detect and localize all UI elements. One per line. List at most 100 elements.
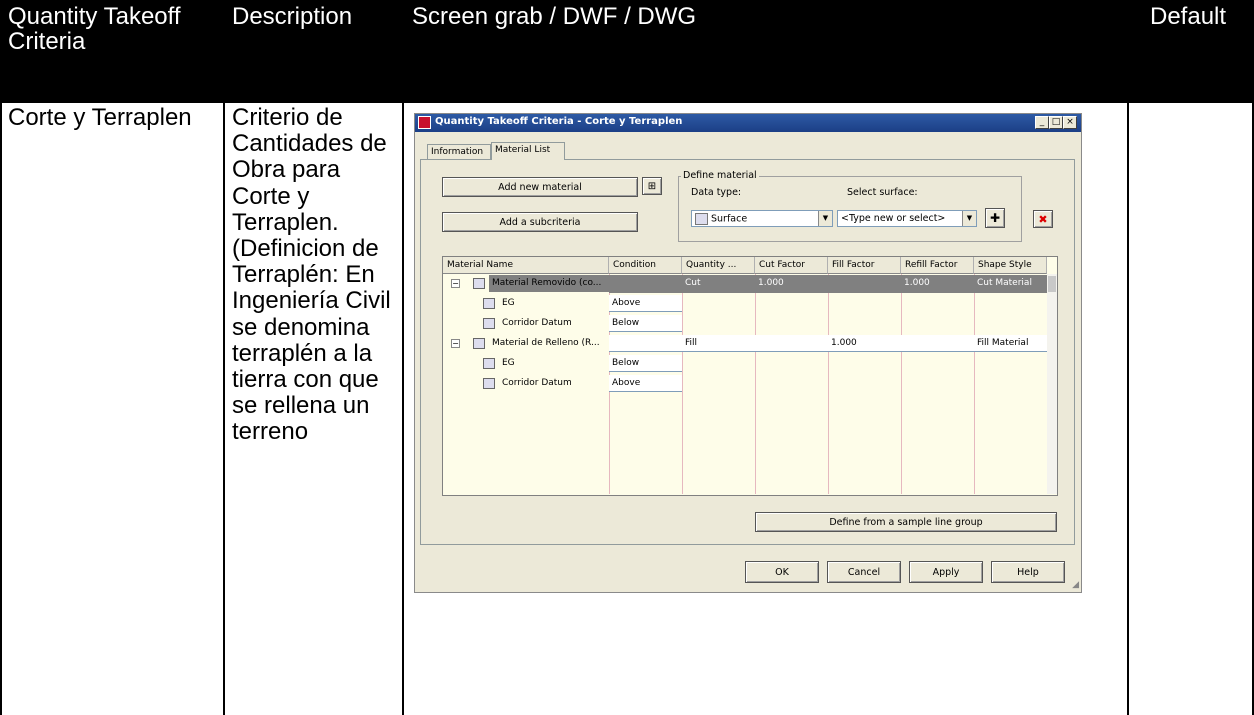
cell-fill[interactable]: 1.000 <box>828 335 901 352</box>
cell-cut[interactable] <box>755 295 828 312</box>
cell-refill[interactable] <box>901 335 974 352</box>
help-button[interactable]: Help <box>991 561 1065 583</box>
col-cut-factor[interactable]: Cut Factor <box>755 257 828 274</box>
tree-expander-icon[interactable]: − <box>451 279 460 288</box>
data-type-select[interactable]: Surface ▼ <box>691 210 833 227</box>
tree-expander-icon[interactable]: − <box>451 339 460 348</box>
cell-style[interactable] <box>974 295 1047 312</box>
table-row[interactable]: EG Below <box>443 355 1047 375</box>
cell-style[interactable] <box>974 375 1047 392</box>
cell-name[interactable]: EG <box>499 355 609 372</box>
add-new-material-button[interactable]: Add new material <box>442 177 638 197</box>
resize-grip-icon[interactable]: ◢ <box>1072 580 1079 590</box>
delete-icon[interactable]: ✖ <box>1033 210 1053 228</box>
cell-condition[interactable]: Below <box>609 355 682 372</box>
cell-refill[interactable] <box>901 375 974 392</box>
col-quantity[interactable]: Quantity ... <box>682 257 755 274</box>
cell-quantity[interactable]: Cut <box>682 275 755 292</box>
add-subcriteria-button[interactable]: Add a subcriteria <box>442 212 638 232</box>
define-material-group <box>678 176 1022 242</box>
col-condition[interactable]: Condition <box>609 257 682 274</box>
pick-from-drawing-icon[interactable]: ⊞ <box>642 177 662 195</box>
tab-information[interactable]: Information <box>427 144 491 160</box>
cell-condition[interactable]: Above <box>609 375 682 392</box>
surface-icon <box>695 213 708 225</box>
dialog-title: Quantity Takeoff Criteria - Corte y Terr… <box>435 116 683 127</box>
table-row[interactable]: EG Above <box>443 295 1047 315</box>
apply-button[interactable]: Apply <box>909 561 983 583</box>
table-row[interactable]: Corridor Datum Above <box>443 375 1047 395</box>
material-icon <box>473 338 485 349</box>
table-row[interactable]: − Material Removido (co... Cut 1.000 1.000 Cu… <box>443 275 1047 295</box>
cell-style[interactable] <box>974 315 1047 332</box>
cell-name[interactable]: Material de Relleno (R... <box>489 335 609 352</box>
column-divider <box>1127 103 1129 715</box>
surface-icon <box>483 378 495 389</box>
surface-icon <box>483 318 495 329</box>
select-surface-label: Select surface: <box>847 187 918 198</box>
cell-quantity[interactable] <box>682 315 755 332</box>
cell-quantity[interactable] <box>682 295 755 312</box>
cell-refill[interactable] <box>901 315 974 332</box>
cell-name[interactable]: Corridor Datum <box>499 315 609 332</box>
minimize-button[interactable]: _ <box>1035 116 1049 129</box>
define-material-label: Define material <box>681 170 759 181</box>
chevron-down-icon[interactable]: ▼ <box>818 211 832 226</box>
surface-icon <box>483 358 495 369</box>
cell-fill[interactable] <box>828 375 901 392</box>
cell-refill[interactable] <box>901 295 974 312</box>
close-button[interactable]: × <box>1063 116 1077 129</box>
cell-condition[interactable] <box>609 335 682 352</box>
app-icon <box>418 116 431 129</box>
cell-fill[interactable] <box>828 315 901 332</box>
ok-button[interactable]: OK <box>745 561 819 583</box>
quantity-takeoff-dialog: Quantity Takeoff Criteria - Corte y Terr… <box>414 113 1082 593</box>
cancel-button[interactable]: Cancel <box>827 561 901 583</box>
cell-quantity[interactable] <box>682 375 755 392</box>
cell-condition[interactable]: Above <box>609 295 682 312</box>
select-surface-combo[interactable]: <Type new or select> ▼ <box>837 210 977 227</box>
table-row[interactable]: Corridor Datum Below <box>443 315 1047 335</box>
table-row[interactable]: − Material de Relleno (R... Fill 1.000 Fill … <box>443 335 1047 355</box>
add-icon[interactable]: ✚ <box>985 208 1005 228</box>
col-refill-factor[interactable]: Refill Factor <box>901 257 974 274</box>
column-divider <box>402 103 404 715</box>
col-shape-style[interactable]: Shape Style <box>974 257 1047 274</box>
cell-fill[interactable] <box>828 295 901 312</box>
cell-cut[interactable] <box>755 375 828 392</box>
maximize-button[interactable]: □ <box>1049 116 1063 129</box>
tab-material-list[interactable]: Material List <box>491 142 565 160</box>
cell-quantity[interactable] <box>682 355 755 372</box>
cell-condition[interactable]: Below <box>609 315 682 332</box>
cell-style[interactable] <box>974 355 1047 372</box>
description-cell: Criterio de Cantidades de Obra para Cort… <box>232 104 391 446</box>
grid-scrollbar[interactable] <box>1047 274 1057 494</box>
surface-value: <Type new or select> <box>841 213 946 224</box>
header-criteria: Quantity Takeoff Criteria <box>8 3 181 55</box>
cell-cut[interactable] <box>755 355 828 372</box>
cell-style[interactable]: Fill Material <box>974 335 1047 352</box>
cell-cut[interactable]: 1.000 <box>755 275 828 292</box>
define-from-sample-line-button[interactable]: Define from a sample line group <box>755 512 1057 532</box>
cell-cut[interactable] <box>755 335 828 352</box>
cell-refill[interactable] <box>901 355 974 372</box>
table-border-left <box>0 103 2 715</box>
cell-name[interactable]: EG <box>499 295 609 312</box>
col-fill-factor[interactable]: Fill Factor <box>828 257 901 274</box>
col-material-name[interactable]: Material Name <box>443 257 609 274</box>
cell-fill[interactable] <box>828 355 901 372</box>
column-divider <box>223 103 225 715</box>
cell-name[interactable]: Corridor Datum <box>499 375 609 392</box>
cell-quantity[interactable]: Fill <box>682 335 755 352</box>
header-default: Default <box>1150 3 1227 30</box>
cell-cut[interactable] <box>755 315 828 332</box>
scrollbar-thumb[interactable] <box>1048 276 1056 292</box>
material-grid: Material Name Condition Quantity ... Cut… <box>442 256 1058 496</box>
chevron-down-icon[interactable]: ▼ <box>962 211 976 226</box>
cell-condition[interactable] <box>609 275 682 292</box>
header-description: Description <box>232 3 353 30</box>
cell-fill[interactable] <box>828 275 901 292</box>
cell-style[interactable]: Cut Material <box>974 275 1047 292</box>
cell-refill[interactable]: 1.000 <box>901 275 974 292</box>
cell-name[interactable]: Material Removido (co... <box>489 275 609 292</box>
